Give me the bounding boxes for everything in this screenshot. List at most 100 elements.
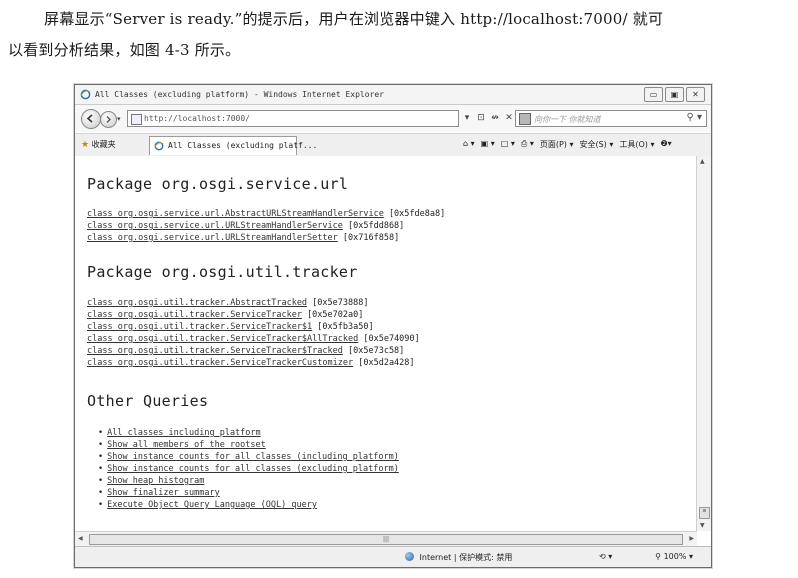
scroll-down-icon[interactable]: ▼	[700, 522, 705, 529]
ie-tab-icon	[154, 141, 164, 151]
object-address: [0x5e702a0]	[307, 310, 364, 320]
arrow-left-icon	[86, 114, 93, 123]
class-link[interactable]: class org.osgi.util.tracker.ServiceTrack…	[87, 334, 358, 344]
list-item: class org.osgi.util.tracker.ServiceTrack…	[87, 358, 415, 368]
class-link[interactable]: class org.osgi.util.tracker.AbstractTrac…	[87, 298, 307, 308]
favorites-button[interactable]: ★ 收藏夹	[81, 139, 116, 150]
class-link[interactable]: class org.osgi.util.tracker.ServiceTrack…	[87, 310, 302, 320]
query-link-instance-counts-excluding[interactable]: Show instance counts for all classes (ex…	[107, 464, 399, 474]
section-heading-service-url: Package org.osgi.service.url	[87, 175, 349, 193]
page-menu[interactable]: 页面(P) ▾	[540, 139, 574, 150]
forward-button[interactable]	[100, 111, 117, 128]
window-controls: ▭ ▣ ✕	[644, 87, 705, 102]
object-address: [0x716f858]	[342, 233, 400, 243]
address-row: ▾ http://localhost:7000/ ▾ ⊡ ↮ ✕ 向你一下 你就…	[75, 105, 711, 132]
list-item: Show all members of the rootset	[107, 439, 399, 451]
object-address: [0x5e73888]	[312, 298, 369, 308]
search-placeholder[interactable]: 向你一下 你就知道	[534, 114, 601, 125]
scroll-thumb[interactable]: ≡	[699, 507, 710, 519]
class-link[interactable]: class org.osgi.util.tracker.ServiceTrack…	[87, 346, 343, 356]
compatibility-view-icon[interactable]: ⊡	[475, 113, 487, 123]
scroll-left-icon[interactable]: ◀	[78, 535, 83, 542]
protected-mode-toggle[interactable]: ⟲ ▾	[599, 552, 612, 561]
zoom-dropdown-icon: ▾	[688, 552, 693, 561]
help-menu[interactable]: ❷▾	[660, 139, 671, 150]
address-bar[interactable]: http://localhost:7000/	[127, 110, 459, 127]
minimize-button[interactable]: ▭	[644, 87, 663, 102]
zoom-value: 100%	[663, 552, 687, 561]
zoom-level[interactable]: ⚲ 100% ▾	[655, 552, 693, 561]
list-item: class org.osgi.util.tracker.ServiceTrack…	[87, 310, 363, 320]
object-address: [0x5fdd868]	[348, 221, 405, 231]
status-bar: Internet | 保护模式: 禁用 ⟲ ▾ ⚲ 100% ▾	[75, 546, 711, 567]
maximize-button[interactable]: ▣	[665, 87, 684, 102]
title-bar: All Classes (excluding platform) - Windo…	[75, 85, 711, 105]
address-dropdown-icon[interactable]: ▾	[461, 113, 473, 123]
tools-menu[interactable]: 工具(O) ▾	[619, 139, 654, 150]
arrow-right-icon	[106, 116, 111, 123]
favorites-label: 收藏夹	[91, 140, 116, 149]
tab-title: All Classes (excluding platf...	[168, 141, 318, 150]
query-link-finalizer-summary[interactable]: Show finalizer summary	[107, 488, 220, 498]
list-item: Show heap histogram	[107, 475, 399, 487]
feeds-button[interactable]: ▣ ▾	[481, 139, 495, 150]
list-item: class org.osgi.service.url.URLStreamHand…	[87, 221, 404, 231]
query-link-heap-histogram[interactable]: Show heap histogram	[107, 476, 204, 486]
zoom-icon: ⚲	[655, 552, 662, 561]
class-link[interactable]: class org.osgi.util.tracker.ServiceTrack…	[87, 322, 312, 332]
list-item: Show instance counts for all classes (ex…	[107, 463, 399, 475]
window-title: All Classes (excluding platform) - Windo…	[95, 90, 384, 99]
history-dropdown-icon[interactable]: ▾	[117, 115, 121, 123]
list-item: class org.osgi.util.tracker.AbstractTrac…	[87, 298, 368, 308]
section-heading-util-tracker: Package org.osgi.util.tracker	[87, 263, 358, 281]
list-item: class org.osgi.util.tracker.ServiceTrack…	[87, 346, 404, 356]
search-provider-icon[interactable]	[519, 113, 531, 125]
page-content: Package org.osgi.service.url class org.o…	[75, 156, 697, 531]
search-icon[interactable]: ⚲ ▾	[686, 112, 702, 123]
search-box[interactable]: 向你一下 你就知道 ⚲ ▾	[515, 110, 707, 127]
horizontal-scrollbar[interactable]: ◀ ||| ▶	[75, 531, 697, 546]
print-button[interactable]: ⎙ ▾	[521, 139, 534, 150]
list-item: class org.osgi.util.tracker.ServiceTrack…	[87, 334, 420, 344]
home-button[interactable]: ⌂ ▾	[463, 139, 475, 150]
list-item: class org.osgi.service.url.URLStreamHand…	[87, 233, 399, 243]
address-url[interactable]: http://localhost:7000/	[144, 114, 250, 123]
query-link-instance-counts-including[interactable]: Show instance counts for all classes (in…	[107, 452, 399, 462]
object-address: [0x5d2a428]	[358, 358, 415, 368]
stop-icon[interactable]: ✕	[503, 113, 515, 123]
back-button[interactable]	[81, 109, 101, 129]
refresh-icon[interactable]: ↮	[489, 113, 501, 123]
query-link-rootset[interactable]: Show all members of the rootset	[107, 440, 266, 450]
list-item: class org.osgi.util.tracker.ServiceTrack…	[87, 322, 374, 332]
zone-text: Internet | 保护模式: 禁用	[419, 553, 513, 562]
safety-menu[interactable]: 安全(S) ▾	[579, 139, 613, 150]
scroll-thumb-horizontal[interactable]: |||	[89, 534, 683, 545]
read-mail-button[interactable]: □ ▾	[501, 139, 515, 150]
class-link[interactable]: class org.osgi.service.url.URLStreamHand…	[87, 221, 343, 231]
address-controls: ▾ ⊡ ↮ ✕	[461, 110, 515, 125]
query-link-oql[interactable]: Execute Object Query Language (OQL) quer…	[107, 500, 317, 510]
command-bar: ⌂ ▾ ▣ ▾ □ ▾ ⎙ ▾ 页面(P) ▾ 安全(S) ▾ 工具(O) ▾ …	[463, 139, 672, 150]
scroll-right-icon[interactable]: ▶	[689, 535, 694, 542]
star-icon: ★	[81, 140, 90, 150]
object-address: [0x5e73c58]	[348, 346, 405, 356]
list-item: Show finalizer summary	[107, 487, 399, 499]
class-link[interactable]: class org.osgi.util.tracker.ServiceTrack…	[87, 358, 353, 368]
object-address: [0x5fde8a8]	[388, 209, 446, 219]
class-link[interactable]: class org.osgi.service.url.AbstractURLSt…	[87, 209, 384, 219]
list-item: class org.osgi.service.url.AbstractURLSt…	[87, 209, 445, 219]
tab-all-classes[interactable]: All Classes (excluding platf...	[149, 136, 317, 155]
browser-window: All Classes (excluding platform) - Windo…	[74, 84, 712, 568]
paragraph-line-2: 以看到分析结果，如图 4-3 所示。	[8, 41, 241, 59]
queries-list: All classes including platform Show all …	[107, 427, 399, 511]
ie-logo-icon	[80, 89, 91, 100]
page-icon	[131, 114, 142, 125]
vertical-scrollbar[interactable]: ▲ ≡ ▼	[696, 156, 711, 531]
security-zone[interactable]: Internet | 保护模式: 禁用	[405, 552, 512, 563]
close-button[interactable]: ✕	[686, 87, 705, 102]
class-link[interactable]: class org.osgi.service.url.URLStreamHand…	[87, 233, 338, 243]
globe-icon	[405, 552, 414, 561]
scroll-up-icon[interactable]: ▲	[700, 158, 705, 165]
query-link-all-classes[interactable]: All classes including platform	[107, 428, 261, 438]
favorites-row: ★ 收藏夹 All Classes (excluding platf... ⌂ …	[75, 133, 711, 157]
